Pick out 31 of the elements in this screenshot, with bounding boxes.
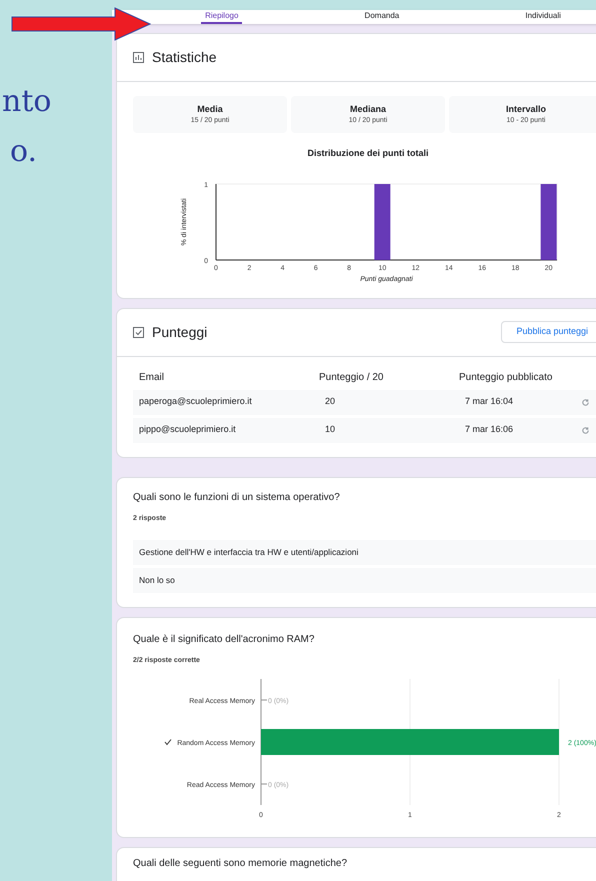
email-cell-text: paperoga@scuoleprimiero.it	[139, 395, 253, 408]
published-date-cell-text: 7 mar 16:06	[464, 423, 514, 436]
score-cell-text: 20	[324, 395, 336, 408]
response-item: Non lo so	[133, 568, 596, 593]
response-item: Gestione dell'HW e interfaccia tra HW e utenti/applicazioni	[133, 540, 596, 565]
bar-chart-icon	[133, 52, 144, 63]
card-title: Statistiche	[152, 48, 217, 67]
question-title: Quale è il significato dell'acronimo RAM?	[133, 633, 316, 647]
email-cell-text: pippo@scuoleprimiero.it	[139, 423, 237, 436]
score-cell-text: 10	[324, 423, 336, 436]
column-header: Punteggio pubblicato	[459, 371, 554, 385]
tab[interactable]: Domanda	[360, 10, 404, 24]
tab[interactable]: Individuali	[521, 10, 565, 24]
publish-scores-button[interactable]: Pubblica punteggi	[501, 321, 596, 343]
question-title: Quali delle seguenti sono memorie magnetiche?	[133, 856, 348, 870]
checkbox-icon	[133, 326, 144, 338]
column-header: Punteggio / 20	[319, 371, 384, 385]
question-title: Quali sono le funzioni di un sistema operativo?	[133, 490, 341, 504]
column-header: Email	[139, 371, 166, 385]
slide-text: o.	[9, 133, 38, 171]
stat-label: Mediana	[350, 102, 386, 116]
stat-label: Intervallo	[506, 102, 546, 116]
arrow-icon	[11, 7, 151, 41]
refresh-icon[interactable]	[581, 426, 590, 434]
refresh-icon[interactable]	[581, 398, 590, 406]
stat-label: Media	[197, 102, 223, 116]
tab[interactable]: Riepilogo	[201, 10, 242, 24]
card-title: Punteggi	[152, 322, 208, 342]
published-date-cell-text: 7 mar 16:04	[464, 395, 514, 408]
chart-title: Distribuzione dei punti totali	[308, 147, 428, 160]
slide-text: nto	[1, 83, 52, 121]
